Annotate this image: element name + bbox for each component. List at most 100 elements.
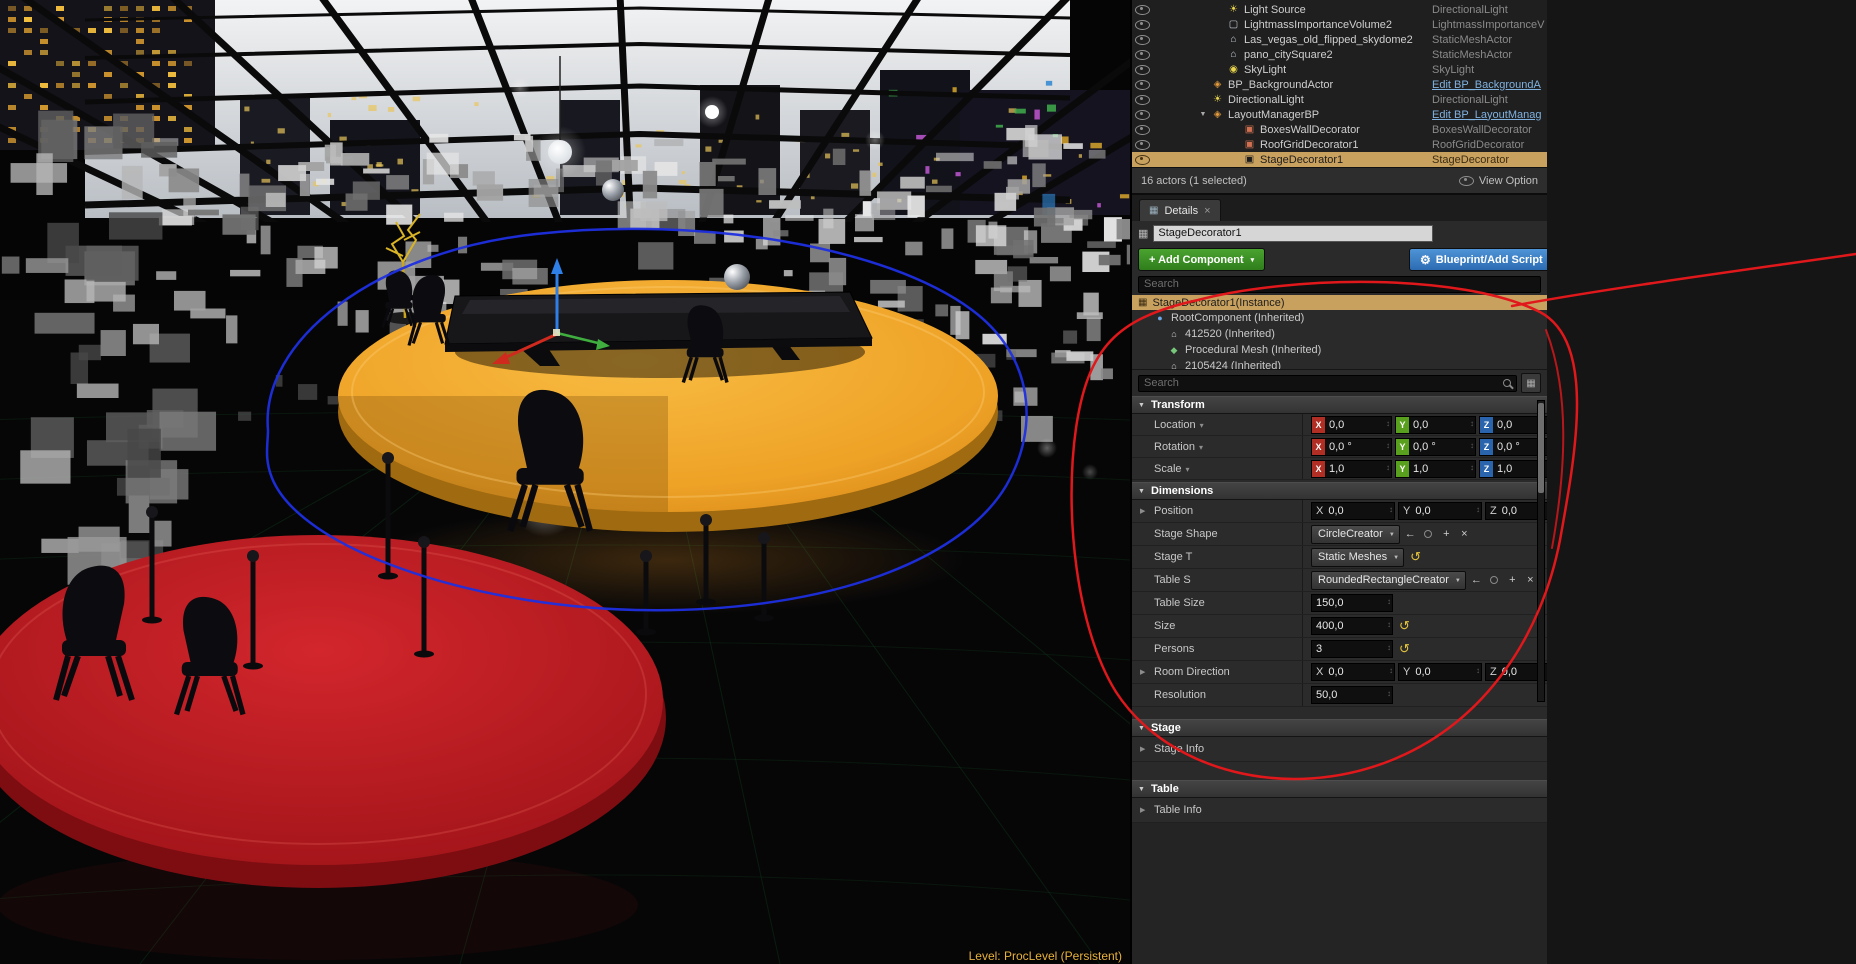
browse-icon[interactable]	[1421, 527, 1436, 542]
expander-icon[interactable]: ▶	[1140, 507, 1145, 515]
world-outliner: ☀ Light Source DirectionalLight ▢ Lightm…	[1132, 0, 1547, 193]
actor-name: LightmassImportanceVolume2	[1244, 19, 1392, 31]
actor-type: BoxesWallDecorator	[1432, 124, 1546, 136]
rotation-y-field[interactable]: Y0,0 °	[1395, 438, 1476, 456]
component-412520[interactable]: ⌂ 412520 (Inherited)	[1132, 326, 1547, 342]
persons-field[interactable]: 3	[1311, 640, 1393, 658]
stage-shape-dropdown[interactable]: CircleCreator	[1311, 525, 1400, 544]
clear-icon[interactable]: ×	[1523, 573, 1538, 588]
expander-icon[interactable]: ▶	[1140, 745, 1145, 753]
position-y-field[interactable]: Y0,0	[1398, 502, 1482, 520]
component-2105424[interactable]: ⌂ 2105424 (Inherited)	[1132, 358, 1547, 370]
property-label: Persons	[1154, 643, 1194, 655]
outliner-row-bp-background[interactable]: ◈ BP_BackgroundActor Edit BP_BackgroundA	[1132, 77, 1547, 92]
scrollbar-thumb[interactable]	[1538, 403, 1544, 493]
expander-icon[interactable]: ▶	[1140, 806, 1145, 814]
use-selected-icon[interactable]: ←	[1469, 573, 1484, 588]
location-y-field[interactable]: Y0,0	[1395, 416, 1476, 434]
chevron-down-icon[interactable]	[1199, 441, 1203, 453]
edit-blueprint-link[interactable]: Edit BP_LayoutManag	[1432, 109, 1546, 121]
property-row-table-s: Table S RoundedRectangleCreator ← + ×	[1132, 569, 1547, 592]
add-component-button[interactable]: + Add Component ▾	[1138, 248, 1265, 271]
outliner-row-layoutmanager[interactable]: ▼ ◈ LayoutManagerBP Edit BP_LayoutManag	[1132, 107, 1547, 122]
visibility-eye-icon[interactable]	[1132, 50, 1152, 60]
component-procedural-mesh[interactable]: ◆ Procedural Mesh (Inherited)	[1132, 342, 1547, 358]
3d-viewport[interactable]: Level: ProcLevel (Persistent)	[0, 0, 1130, 964]
section-header-stage[interactable]: ▼ Stage	[1132, 719, 1547, 737]
section-header-dimensions[interactable]: ▼ Dimensions	[1132, 482, 1547, 500]
actor-type: DirectionalLight	[1432, 94, 1546, 106]
outliner-row-skylight[interactable]: ◉ SkyLight SkyLight	[1132, 62, 1547, 77]
visibility-eye-icon[interactable]	[1132, 155, 1152, 165]
chevron-down-icon[interactable]	[1200, 419, 1204, 431]
visibility-eye-icon[interactable]	[1132, 20, 1152, 30]
use-selected-icon[interactable]: ←	[1403, 527, 1418, 542]
visibility-eye-icon[interactable]	[1132, 125, 1152, 135]
add-icon[interactable]: +	[1505, 573, 1520, 588]
edit-blueprint-link[interactable]: Edit BP_BackgroundA	[1432, 79, 1546, 91]
table-size-field[interactable]: 150,0	[1311, 594, 1393, 612]
outliner-row-stagedecorator-selected[interactable]: ▣ StageDecorator1 StageDecorator	[1132, 152, 1547, 167]
add-icon[interactable]: +	[1439, 527, 1454, 542]
search-icon	[1503, 379, 1511, 387]
actor-name-field[interactable]	[1153, 225, 1433, 242]
details-panel: ▦ Details × ▦ + Add Component ▾ ⚙ Bluepr…	[1132, 193, 1547, 964]
rotation-x-field[interactable]: X0,0 °	[1311, 438, 1392, 456]
scale-y-field[interactable]: Y1,0	[1395, 460, 1476, 478]
expander-icon[interactable]: ▶	[1140, 668, 1145, 676]
reset-to-default-icon[interactable]: ↺	[1399, 618, 1410, 634]
blueprint-add-script-button[interactable]: ⚙ Blueprint/Add Script	[1409, 248, 1547, 271]
level-label: Level: ProcLevel (Persistent)	[969, 949, 1122, 963]
property-row-stage-info[interactable]: ▶ Stage Info	[1132, 737, 1547, 762]
visibility-eye-icon[interactable]	[1132, 140, 1152, 150]
size-field[interactable]: 400,0	[1311, 617, 1393, 635]
outliner-row-lightmass-volume[interactable]: ▢ LightmassImportanceVolume2 LightmassIm…	[1132, 17, 1547, 32]
stage-t-dropdown[interactable]: Static Meshes	[1311, 548, 1404, 567]
viewport-3d-scene	[0, 0, 1130, 964]
property-row-position: ▶Position X0,0 Y0,0 Z0,0	[1132, 500, 1547, 523]
outliner-row-boxeswall[interactable]: ▣ BoxesWallDecorator BoxesWallDecorator	[1132, 122, 1547, 137]
visibility-eye-icon[interactable]	[1132, 80, 1152, 90]
component-search-input[interactable]	[1138, 276, 1541, 293]
room-direction-x-field[interactable]: X0,0	[1311, 663, 1395, 681]
visibility-eye-icon[interactable]	[1132, 110, 1152, 120]
scale-x-field[interactable]: X1,0	[1311, 460, 1392, 478]
actor-name: Light Source	[1244, 4, 1306, 16]
chevron-down-icon[interactable]	[1186, 463, 1190, 475]
visibility-eye-icon[interactable]	[1132, 35, 1152, 45]
position-x-field[interactable]: X0,0	[1311, 502, 1395, 520]
section-header-transform[interactable]: ▼ Transform	[1132, 396, 1547, 414]
table-s-dropdown[interactable]: RoundedRectangleCreator	[1311, 571, 1466, 590]
close-icon[interactable]: ×	[1204, 205, 1210, 217]
reset-to-default-icon[interactable]: ↺	[1399, 641, 1410, 657]
outliner-row-pano-citysquare[interactable]: ⌂ pano_citySquare2 StaticMeshActor	[1132, 47, 1547, 62]
tab-details[interactable]: ▦ Details ×	[1139, 199, 1221, 221]
visibility-eye-icon[interactable]	[1132, 65, 1152, 75]
actor-name: BP_BackgroundActor	[1228, 79, 1333, 91]
room-direction-y-field[interactable]: Y0,0	[1398, 663, 1482, 681]
browse-icon[interactable]	[1487, 573, 1502, 588]
reset-to-default-icon[interactable]: ↺	[1410, 549, 1421, 565]
details-empty-area	[1132, 823, 1547, 964]
property-row-table-info[interactable]: ▶ Table Info	[1132, 798, 1547, 823]
static-mesh-icon: ⌂	[1168, 361, 1180, 370]
outliner-row-light-source[interactable]: ☀ Light Source DirectionalLight	[1132, 2, 1547, 17]
outliner-row-skydome[interactable]: ⌂ Las_vegas_old_flipped_skydome2 StaticM…	[1132, 32, 1547, 47]
visibility-eye-icon[interactable]	[1132, 95, 1152, 105]
property-matrix-toggle-button[interactable]: ▦	[1521, 373, 1541, 393]
property-search-input[interactable]	[1138, 375, 1517, 392]
location-x-field[interactable]: X0,0	[1311, 416, 1392, 434]
section-header-table[interactable]: ▼ Table	[1132, 780, 1547, 798]
outliner-row-directional-light[interactable]: ☀ DirectionalLight DirectionalLight	[1132, 92, 1547, 107]
view-options-button[interactable]: View Option	[1459, 175, 1538, 187]
expand-arrow-icon[interactable]: ▼	[1196, 111, 1210, 118]
property-label: Resolution	[1154, 689, 1206, 701]
outliner-row-roofgrid[interactable]: ▣ RoofGridDecorator1 RoofGridDecorator	[1132, 137, 1547, 152]
clear-icon[interactable]: ×	[1457, 527, 1472, 542]
details-scrollbar[interactable]	[1537, 400, 1545, 702]
details-grid-icon: ▦	[1149, 205, 1158, 216]
visibility-eye-icon[interactable]	[1132, 5, 1152, 15]
component-rootcomponent[interactable]: ● RootComponent (Inherited)	[1132, 310, 1547, 326]
component-instance-header[interactable]: ▦ StageDecorator1(Instance)	[1132, 295, 1547, 310]
resolution-field[interactable]: 50,0	[1311, 686, 1393, 704]
